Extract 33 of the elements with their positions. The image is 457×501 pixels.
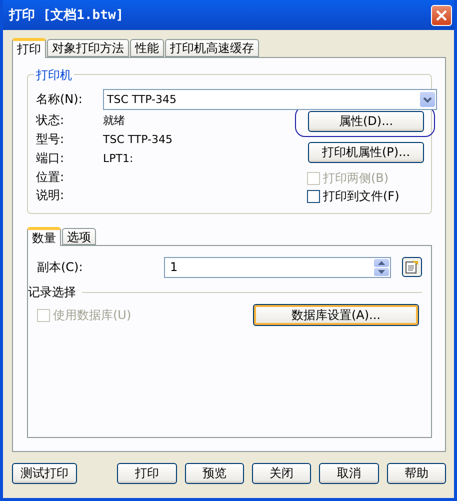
dialog-button[interactable]: 取消 (319, 463, 379, 484)
close-button[interactable] (431, 4, 452, 26)
group-title: 打印机 (34, 67, 74, 84)
field-value: 就绪 (103, 112, 125, 128)
dialog-button[interactable]: 帮助 (386, 463, 446, 484)
field-value: LPT1: (103, 152, 134, 166)
tab[interactable]: 性能 (130, 39, 164, 57)
tab[interactable]: 对象打印方法 (47, 39, 129, 57)
tab[interactable]: 打印机高速缓存 (165, 39, 259, 57)
checkbox[interactable]: 打印到文件(F) (307, 188, 423, 205)
field-label: 副本(C): (37, 258, 84, 276)
window-title: 打印 [文档1.btw] (9, 6, 124, 24)
section-title: 记录选择 (28, 284, 76, 301)
tab[interactable]: 数量 (27, 227, 61, 246)
field-value: TSC TTP-345 (103, 133, 172, 146)
dialog-button[interactable]: 关闭 (252, 463, 312, 484)
database-settings-button[interactable]: 数据库设置(A)... (253, 304, 419, 326)
field-label: 型号: (36, 131, 66, 148)
field-label: 端口: (36, 150, 66, 168)
field-label: 位置: (36, 168, 66, 186)
dialog-button[interactable]: 预览 (184, 463, 244, 484)
properties-button[interactable]: 打印机属性(P)... (308, 142, 424, 163)
tab[interactable]: 打印 (12, 38, 46, 58)
field-label: 状态: (36, 112, 66, 129)
field-label: 说明: (36, 187, 66, 204)
properties-button[interactable]: 属性(D)... (308, 111, 424, 132)
printer-dropdown[interactable]: TSC TTP-345 (103, 89, 437, 110)
dialog-button[interactable]: 测试打印 (12, 463, 78, 484)
copies-spinner[interactable]: 1 (164, 256, 391, 278)
tab[interactable]: 选项 (62, 228, 96, 245)
close-icon (436, 10, 447, 20)
dialog-button[interactable]: 打印 (117, 463, 177, 484)
field-label: 名称(N): (36, 91, 84, 108)
